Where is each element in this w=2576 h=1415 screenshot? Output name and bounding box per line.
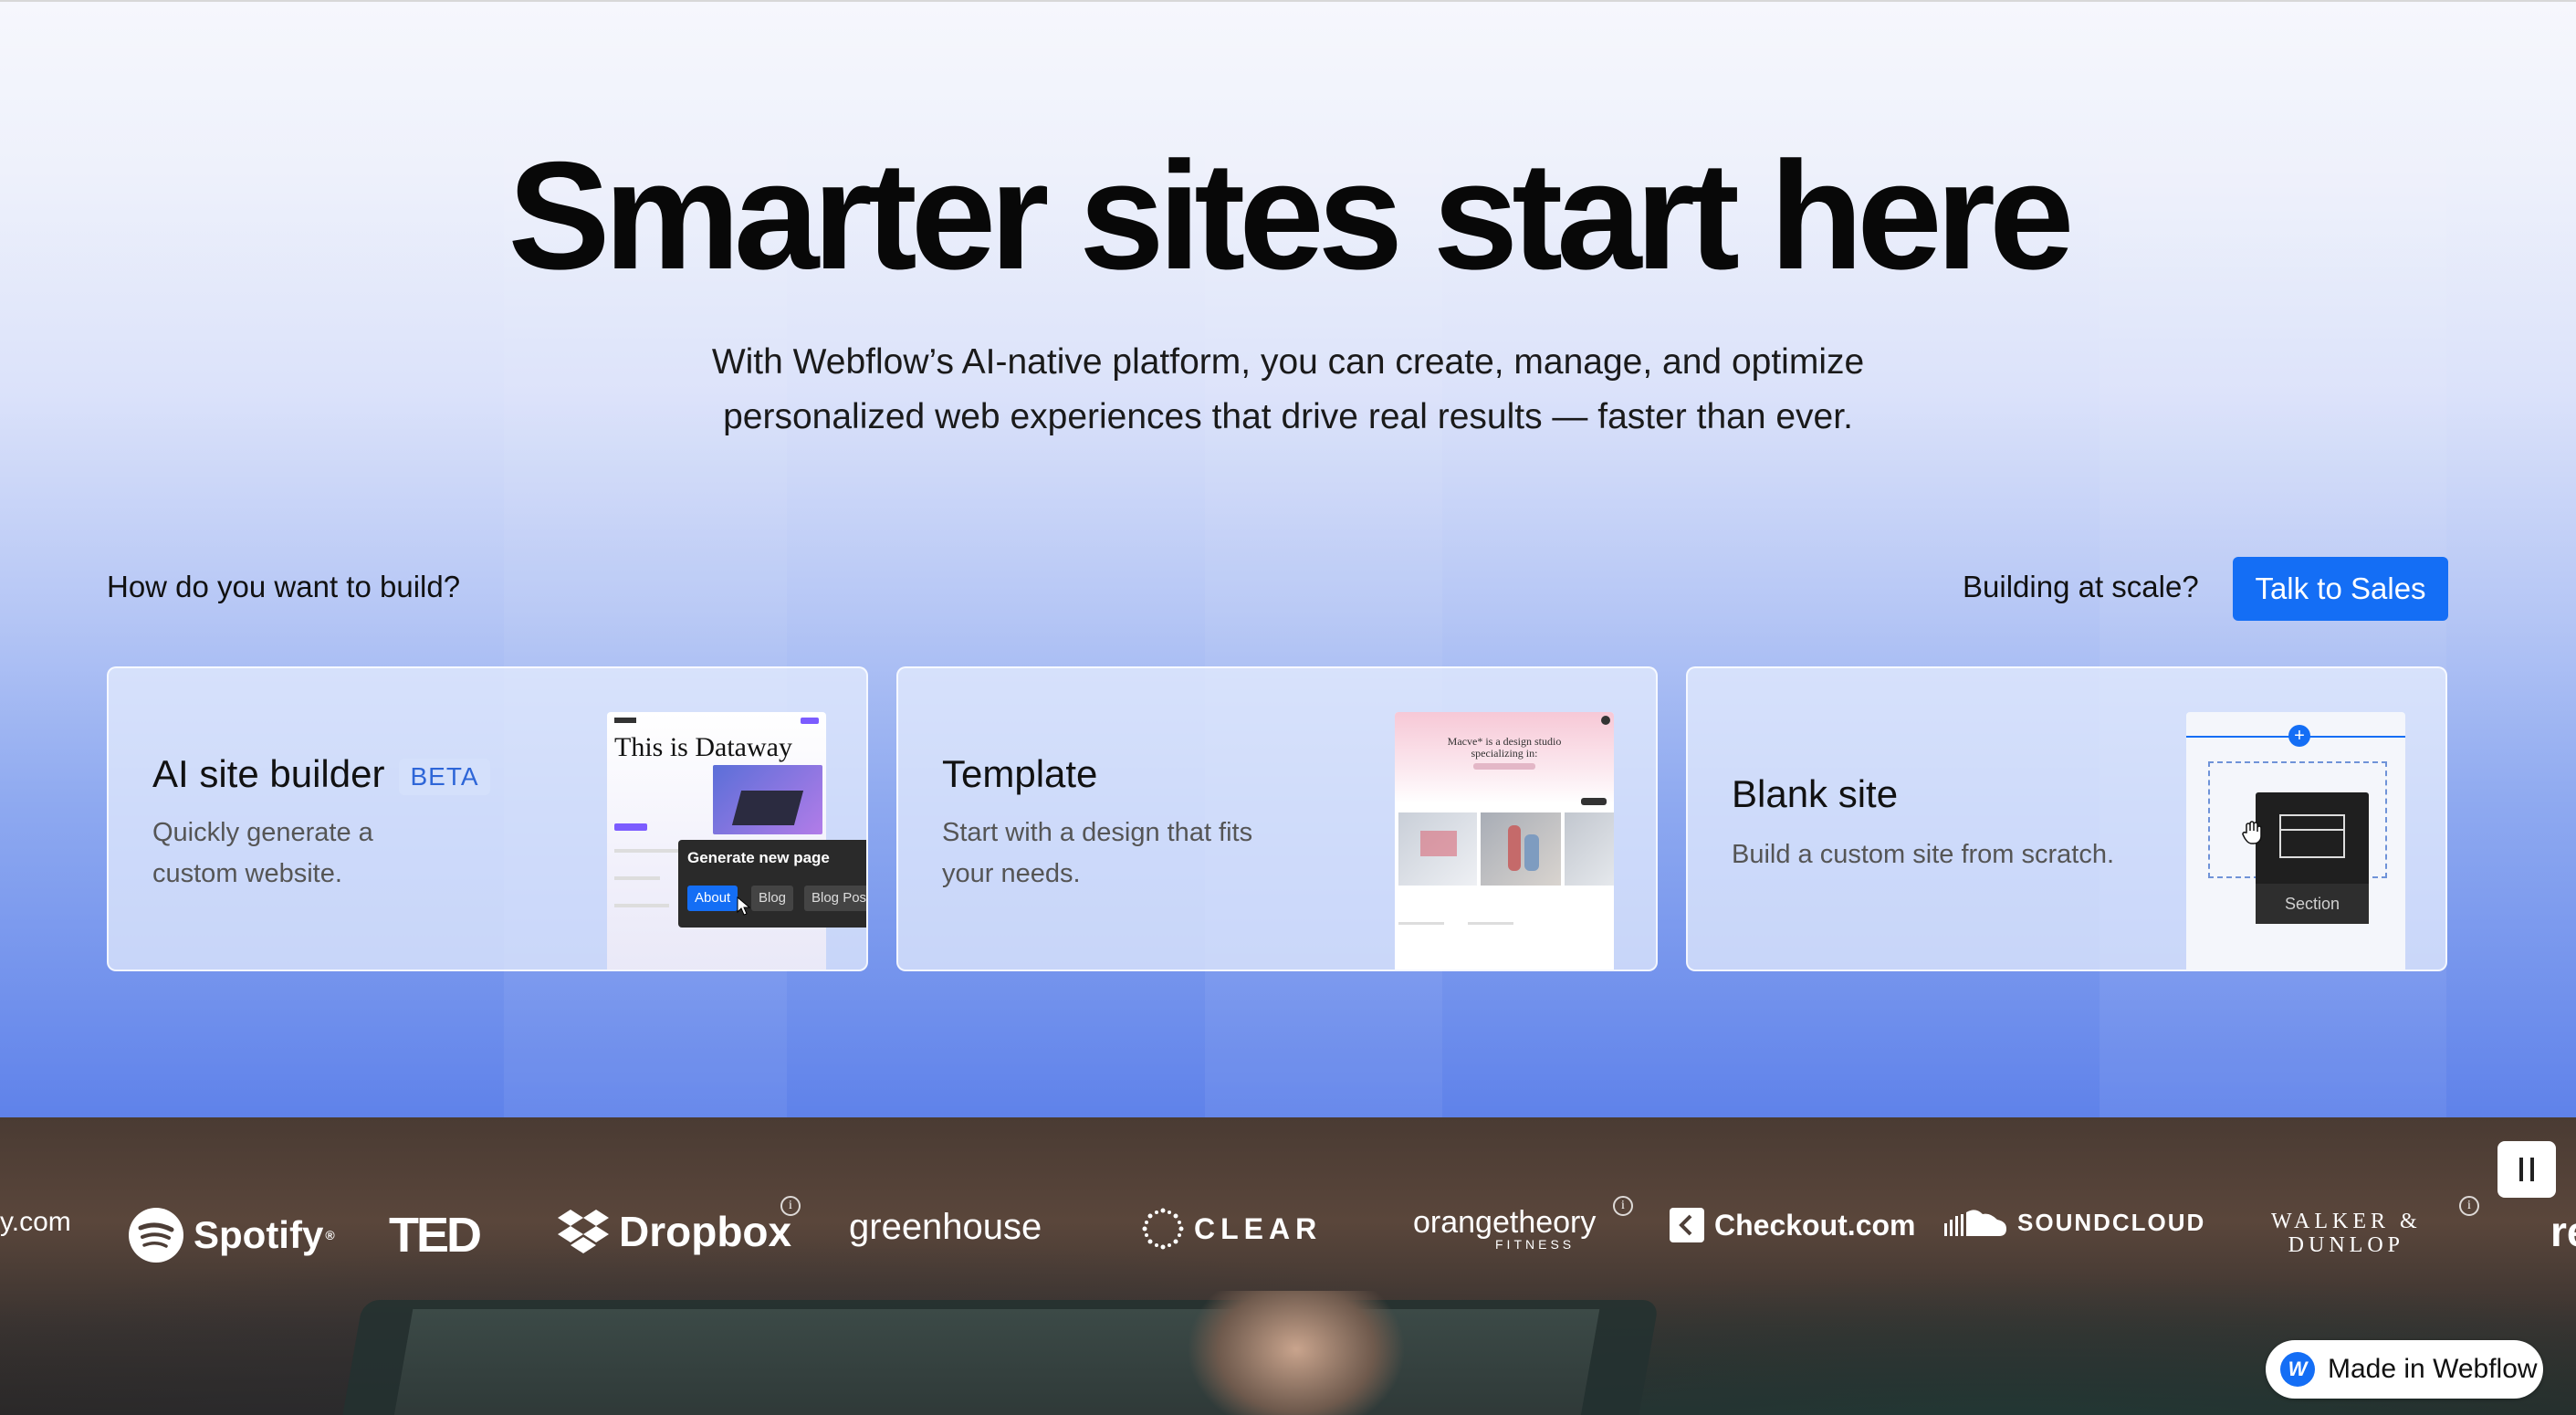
logo-text: WALKER & (2271, 1210, 2422, 1233)
background-person (1187, 1291, 1406, 1415)
popup-title: Generate new page (687, 849, 830, 866)
logo-text: orangetheory (1413, 1205, 1597, 1240)
info-icon[interactable]: i (1613, 1196, 1633, 1216)
logo-suffix: ® (325, 1228, 335, 1242)
template-image-vases (1481, 812, 1561, 886)
logo-partial-left: y.com (0, 1207, 71, 1238)
info-icon[interactable]: i (780, 1196, 801, 1216)
logo-text: Dropbox (619, 1208, 792, 1255)
scale-question: Building at scale? (1963, 570, 2199, 603)
made-in-webflow-badge[interactable]: W Made in Webflow (2266, 1340, 2543, 1399)
logo-greenhouse: greenhouse (849, 1207, 1042, 1248)
card-title: Blank site (1732, 772, 1899, 815)
background-laptop-screen (390, 1309, 1600, 1415)
chip-blog[interactable]: Blog (751, 886, 794, 911)
template-text-line (1398, 922, 1444, 925)
section-block[interactable]: Section (2256, 792, 2369, 924)
preview-site-title: This is Dataway (614, 732, 792, 762)
logo-subtext: FITNESS (1495, 1237, 1576, 1252)
info-icon[interactable]: i (2459, 1196, 2479, 1216)
card-description-line: custom website. (152, 859, 342, 888)
preview-text-line (614, 876, 660, 880)
template-pill (1581, 798, 1607, 805)
talk-to-sales-button[interactable]: Talk to Sales (2233, 557, 2448, 621)
webflow-logo-icon: W (2280, 1352, 2315, 1387)
card-template[interactable]: Template Start with a design that fits y… (896, 666, 1658, 971)
template-vase (1524, 834, 1539, 871)
template-image-detail (1420, 831, 1457, 856)
customer-logos-band (0, 1117, 2576, 1415)
logo-walker-dunlop: WALKER & DUNLOP (2271, 1211, 2422, 1256)
hero-subtitle-line: personalized web experiences that drive … (723, 397, 1853, 436)
add-section-icon[interactable]: + (2288, 725, 2310, 747)
logo-ted: TED (389, 1207, 482, 1263)
logo-text: CLEAR (1194, 1211, 1323, 1245)
card-title-text: AI site builder (152, 752, 385, 795)
logo-orangetheory: orangetheory FITNESS (1413, 1207, 1596, 1251)
logo-soundcloud: SOUNDCLOUD (1944, 1207, 2205, 1238)
preview-nav-button (801, 718, 819, 724)
logo-partial-right: re (2550, 1207, 2576, 1256)
chip-blog-post[interactable]: Blog Post (804, 886, 866, 911)
clear-icon (1142, 1208, 1184, 1250)
checkout-icon (1670, 1208, 1704, 1242)
template-image-chair (1565, 812, 1614, 886)
logo-text: Spotify (194, 1213, 324, 1256)
logo-text: Checkout.com (1714, 1208, 1916, 1242)
template-menu-dot (1601, 716, 1610, 725)
section-block-icon (2279, 814, 2345, 858)
build-question: How do you want to build? (107, 570, 461, 603)
card-ai-site-builder[interactable]: AI site builder BETA Quickly generate a c… (107, 666, 868, 971)
template-text-line (1468, 922, 1513, 925)
logo-text: greenhouse (849, 1207, 1042, 1247)
preview-cta (614, 823, 647, 831)
card-blank-site[interactable]: Blank site Build a custom site from scra… (1686, 666, 2447, 971)
dropbox-icon (558, 1210, 609, 1253)
logo-text: DUNLOP (2288, 1233, 2404, 1257)
laptop-image (731, 791, 804, 825)
pause-carousel-button[interactable] (2497, 1141, 2556, 1198)
card-description-line: your needs. (942, 859, 1081, 888)
chip-about[interactable]: About (687, 886, 738, 911)
made-in-webflow-label: Made in Webflow (2328, 1354, 2538, 1384)
page-title: Smarter sites start here (508, 130, 2075, 301)
logo-checkout: Checkout.com (1669, 1207, 1915, 1243)
logo-text: re (2550, 1208, 2576, 1255)
logo-text: TED (389, 1208, 482, 1263)
template-headline: Macve* is a design studio specializing i… (1447, 735, 1562, 760)
template-preview: Macve* is a design studio specializing i… (1395, 712, 1614, 970)
card-description-line: Quickly generate a (152, 818, 373, 847)
section-label: Section (2256, 884, 2369, 924)
hero-subtitle-line: With Webflow’s AI-native platform, you c… (711, 342, 1865, 382)
logo-spotify: Spotify ® (128, 1207, 335, 1263)
template-vase (1508, 825, 1521, 871)
card-description-line: Start with a design that fits (942, 818, 1253, 847)
preview-hero-image (713, 765, 822, 834)
logo-text: y.com (0, 1207, 71, 1237)
grab-hand-icon (2242, 821, 2262, 844)
template-tags (1473, 763, 1535, 770)
logo-dropbox: Dropbox (557, 1207, 791, 1256)
hero-subtitle: With Webflow’s AI-native platform, you c… (558, 335, 2018, 445)
logo-clear: CLEAR (1141, 1207, 1322, 1251)
card-description: Build a custom site from scratch. (1732, 840, 2115, 869)
blank-site-preview: + Section (2186, 712, 2405, 970)
beta-badge: BETA (399, 758, 490, 795)
preview-logo-mark (614, 718, 636, 723)
card-description: Start with a design that fits your needs… (942, 812, 1307, 895)
soundcloud-icon (1944, 1210, 2006, 1236)
logo-text: SOUNDCLOUD (2017, 1208, 2206, 1236)
card-title: Template (942, 752, 1098, 795)
spotify-icon (129, 1208, 183, 1263)
preview-text-line (614, 904, 669, 907)
generate-page-popup: Generate new page About Blog Blog Post (678, 840, 866, 928)
cursor-icon (737, 896, 751, 916)
template-image-monitor (1398, 812, 1477, 886)
preview-text-line (614, 849, 678, 853)
card-title: AI site builder BETA (152, 752, 490, 796)
hero-section: Smarter sites start here With Webflow’s … (0, 0, 2576, 1117)
card-description: Quickly generate a custom website. (152, 812, 518, 895)
